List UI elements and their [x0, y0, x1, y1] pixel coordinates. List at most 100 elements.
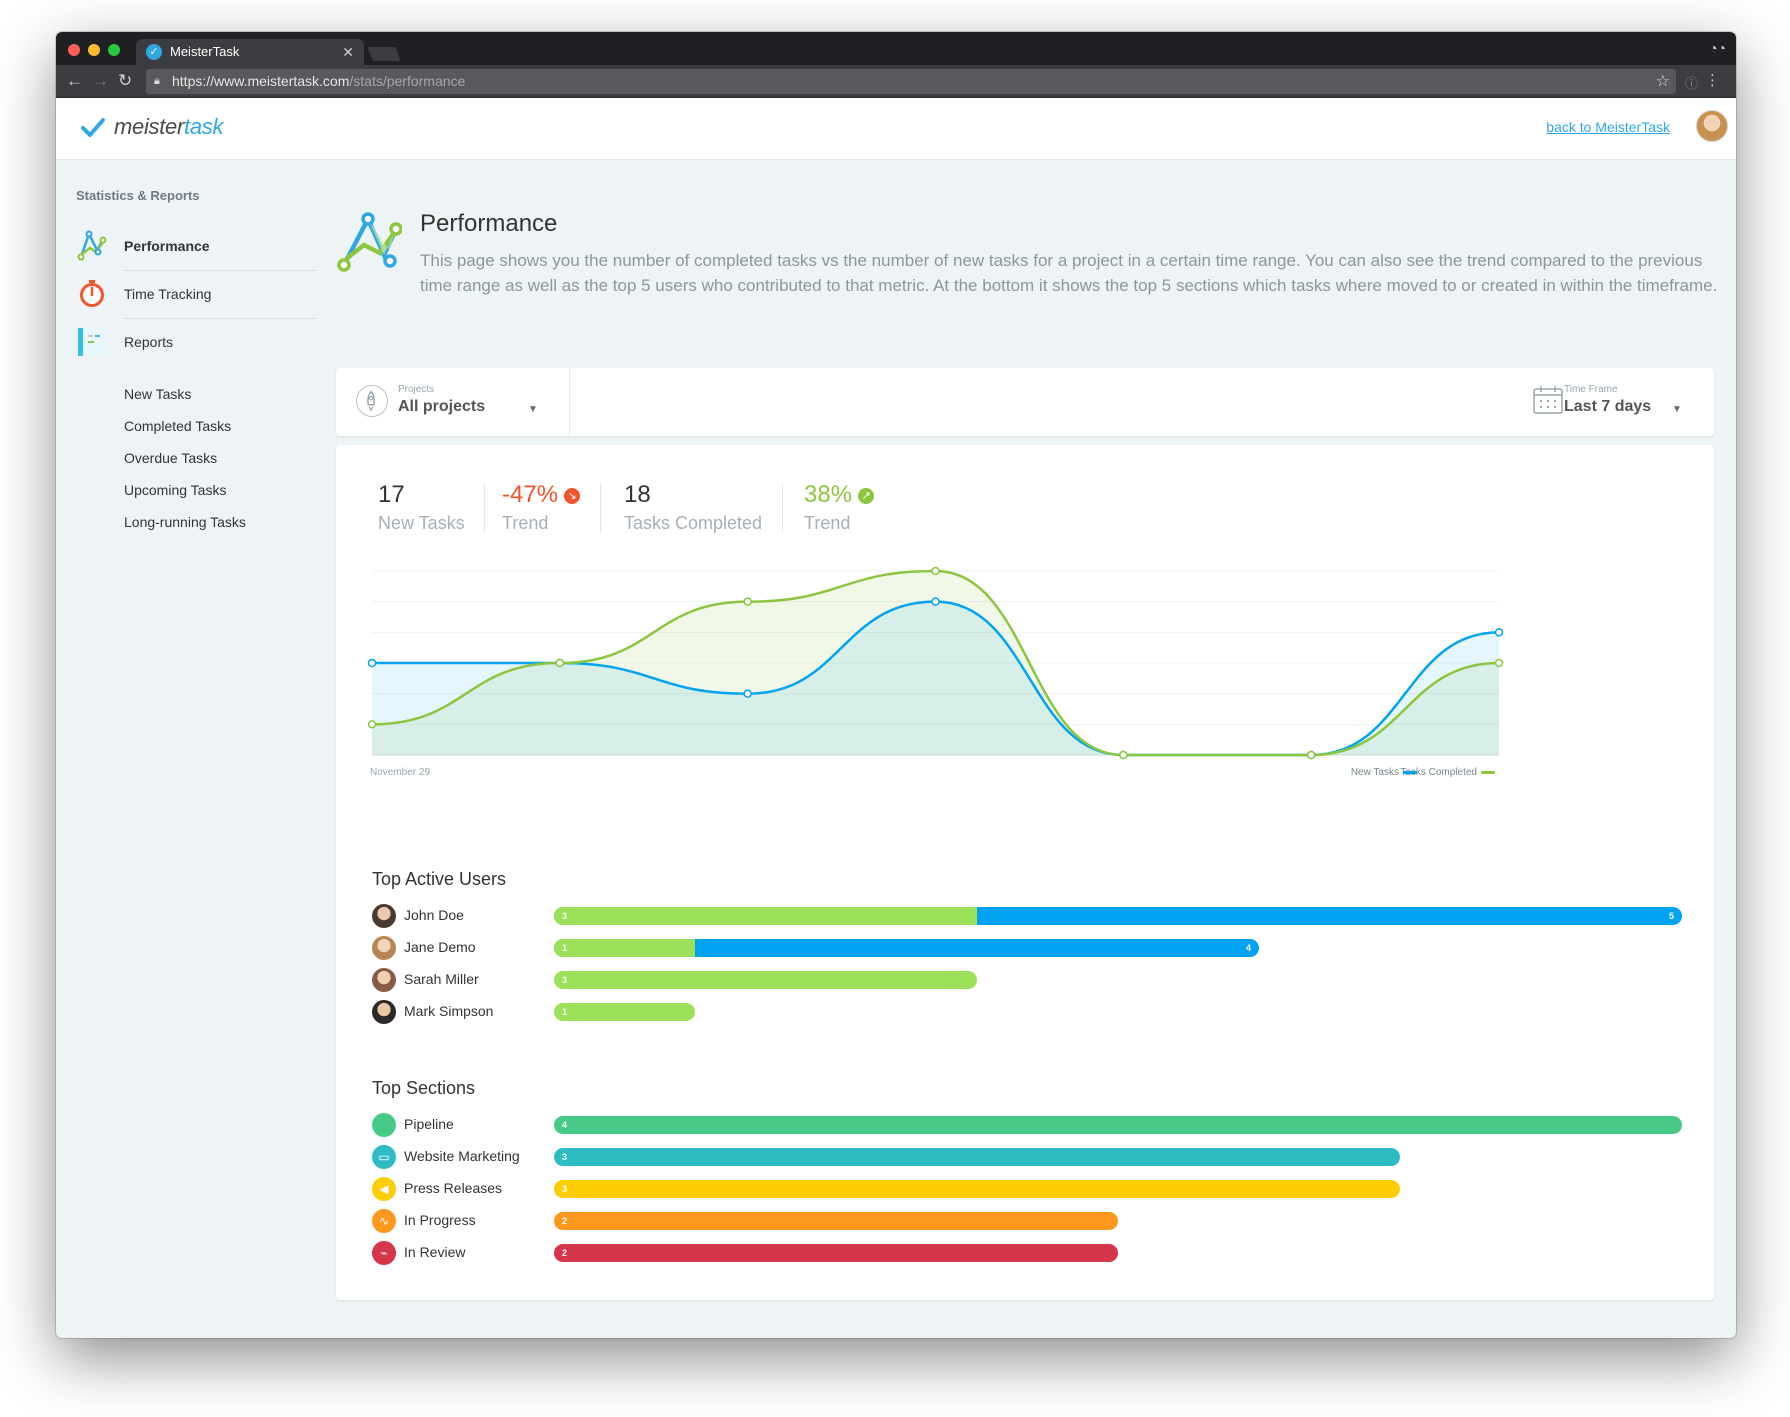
url-host: https://www.meistertask.com [172, 73, 350, 89]
sidebar-link-new-tasks[interactable]: New Tasks [124, 386, 191, 402]
stat-value: -47% [502, 481, 559, 508]
circle-icon [372, 1113, 396, 1137]
legend-swatch [1481, 771, 1495, 774]
new-tab-button[interactable] [367, 47, 401, 61]
info-icon[interactable]: ⓘ [1685, 73, 1698, 92]
user-avatar [372, 904, 396, 928]
stat-label: Trend [804, 513, 851, 533]
data-point [931, 566, 940, 576]
logo-text: meistertask [114, 114, 224, 139]
reports-icon [78, 328, 106, 356]
logo-check-icon [81, 118, 105, 137]
stat-value: 18 [624, 481, 651, 508]
data-point [931, 597, 940, 606]
performance-chart: November 29 Tasks CompletedNew Tasks [367, 566, 1504, 778]
filter-bar: Projects All projects ▼ Time Frame Last … [336, 368, 1714, 436]
chevron-down-icon: ▼ [528, 404, 538, 415]
user-bar: 3 [554, 971, 977, 989]
section-name: In Review [404, 1244, 466, 1260]
legend-label: New Tasks [1351, 767, 1399, 778]
sidebar-item-label: Performance [124, 238, 210, 254]
url-field[interactable]: 🔒︎ https://www.meistertask.com/stats/per… [146, 69, 1676, 94]
browser-window: ✓ MeisterTask ✕ ◔◔ ← → ↻ 🔒︎ https://www.… [56, 32, 1736, 1338]
favicon-icon: ✓ [146, 44, 162, 60]
timeframe-value: Last 7 days [1564, 398, 1652, 415]
bar-value: 1 [562, 943, 568, 953]
sidebar-link-upcoming-tasks[interactable]: Upcoming Tasks [124, 482, 226, 498]
section-segment: 3 [554, 1148, 1400, 1166]
section-row: ∿ In Progress 2 [372, 1208, 1692, 1234]
close-window-button[interactable] [68, 44, 80, 56]
section-bar: 4 [554, 1116, 1682, 1134]
sidebar-item-reports[interactable]: Reports [76, 318, 316, 366]
monitor-icon: ▭ [372, 1145, 396, 1169]
profile-icon[interactable]: ◔◔ [1709, 40, 1726, 56]
tab-close-icon[interactable]: ✕ [342, 39, 354, 65]
sidebar-link-completed-tasks[interactable]: Completed Tasks [124, 418, 231, 434]
tab-title: MeisterTask [170, 44, 240, 59]
user-row: Jane Demo 4 1 [372, 935, 1692, 961]
section-row: ▭ Website Marketing 3 [372, 1144, 1692, 1170]
meistertask-logo[interactable]: meistertask [80, 114, 223, 140]
bar-value: 3 [562, 1184, 568, 1194]
browser-tab[interactable]: ✓ MeisterTask ✕ [136, 39, 364, 65]
data-point [743, 689, 752, 698]
user-bar: 1 [554, 1003, 695, 1021]
stopwatch-icon [80, 280, 104, 307]
section-segment: 3 [554, 1180, 1400, 1198]
user-bar: 53 [554, 907, 1682, 925]
app-header: meistertask back to MeisterTask [56, 98, 1736, 160]
browser-menu-icon[interactable]: ⋮ [1705, 71, 1720, 89]
back-arrow-icon[interactable]: ← [66, 71, 83, 91]
stat-completed-trend: 38% ↗ Trend [804, 481, 875, 534]
projects-dropdown[interactable]: Projects All projects ▼ [336, 368, 570, 436]
user-name: John Doe [404, 907, 464, 923]
data-point [743, 597, 752, 606]
user-row: Sarah Miller 3 [372, 967, 1692, 993]
stat-label: Tasks Completed [624, 513, 763, 533]
pulse-icon: ∿ [372, 1209, 396, 1233]
performance-header-icon [337, 212, 402, 272]
reload-icon[interactable]: ↻ [118, 71, 132, 91]
stat-value: 17 [378, 481, 405, 508]
stat-new-trend: -47% ↘ Trend [502, 481, 581, 534]
maximize-window-button[interactable] [108, 44, 120, 56]
section-name: In Progress [404, 1212, 476, 1228]
bar-value: 3 [562, 1152, 568, 1162]
bookmark-star-icon[interactable]: ☆ [1656, 69, 1670, 94]
data-point [367, 658, 377, 668]
bar-value: 4 [1245, 943, 1251, 953]
sidebar-link-long-running-tasks[interactable]: Long-running Tasks [124, 514, 246, 530]
tab-bar: ✓ MeisterTask ✕ ◔◔ [56, 32, 1736, 65]
minimize-window-button[interactable] [88, 44, 100, 56]
performance-icon [77, 230, 107, 261]
megaphone-icon: ◀ [372, 1177, 396, 1201]
sidebar-link-overdue-tasks[interactable]: Overdue Tasks [124, 450, 217, 466]
section-bar: 3 [554, 1148, 1400, 1166]
x-tick-label: November 29 [370, 767, 430, 778]
section-row: ⌁ In Review 2 [372, 1240, 1692, 1266]
user-avatar [372, 968, 396, 992]
address-bar: ← → ↻ 🔒︎ https://www.meistertask.com/sta… [56, 65, 1736, 98]
user-name: Jane Demo [404, 939, 476, 955]
sidebar-item-time-tracking[interactable]: Time Tracking [76, 270, 316, 318]
data-point [1494, 658, 1504, 668]
user-name: Mark Simpson [404, 1003, 494, 1019]
divider [782, 483, 783, 533]
data-point [1119, 750, 1128, 760]
sidebar-heading: Statistics & Reports [76, 188, 200, 203]
arrow-down-right-icon: ↘ [564, 488, 581, 504]
sidebar-item-performance[interactable]: Performance [76, 222, 316, 270]
user-avatar[interactable] [1696, 110, 1728, 142]
section-segment: 2 [554, 1244, 1118, 1262]
arrow-up-right-icon: ↗ [858, 488, 875, 504]
projects-label: Projects [398, 384, 435, 395]
back-to-meistertask-link[interactable]: back to MeisterTask [1546, 119, 1670, 135]
data-point [555, 658, 565, 668]
bar-value: 2 [562, 1248, 568, 1258]
forward-arrow-icon[interactable]: → [92, 71, 109, 91]
divider [600, 483, 601, 533]
section-bar: 3 [554, 1180, 1400, 1198]
section-row: ◀ Press Releases 3 [372, 1176, 1692, 1202]
completed-segment: 3 [554, 971, 977, 989]
